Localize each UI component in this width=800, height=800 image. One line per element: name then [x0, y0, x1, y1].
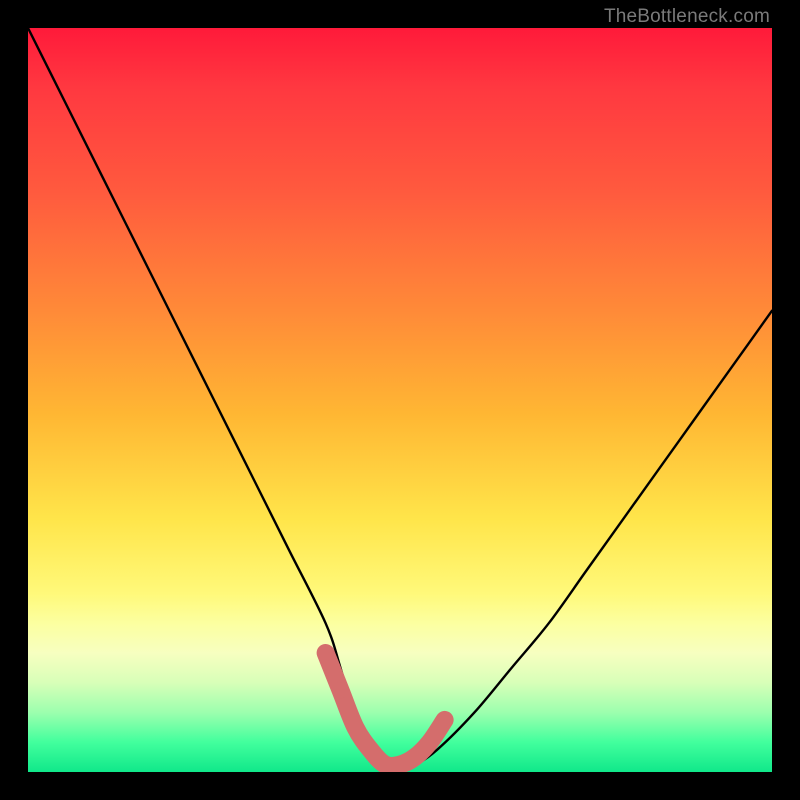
curve-layer	[28, 28, 772, 772]
trough-dot	[318, 645, 334, 661]
trough-highlight	[326, 653, 445, 766]
chart-frame: TheBottleneck.com	[0, 0, 800, 800]
plot-area	[28, 28, 772, 772]
bottleneck-curve	[28, 28, 772, 766]
trough-dot	[332, 682, 348, 698]
watermark-text: TheBottleneck.com	[604, 6, 770, 28]
